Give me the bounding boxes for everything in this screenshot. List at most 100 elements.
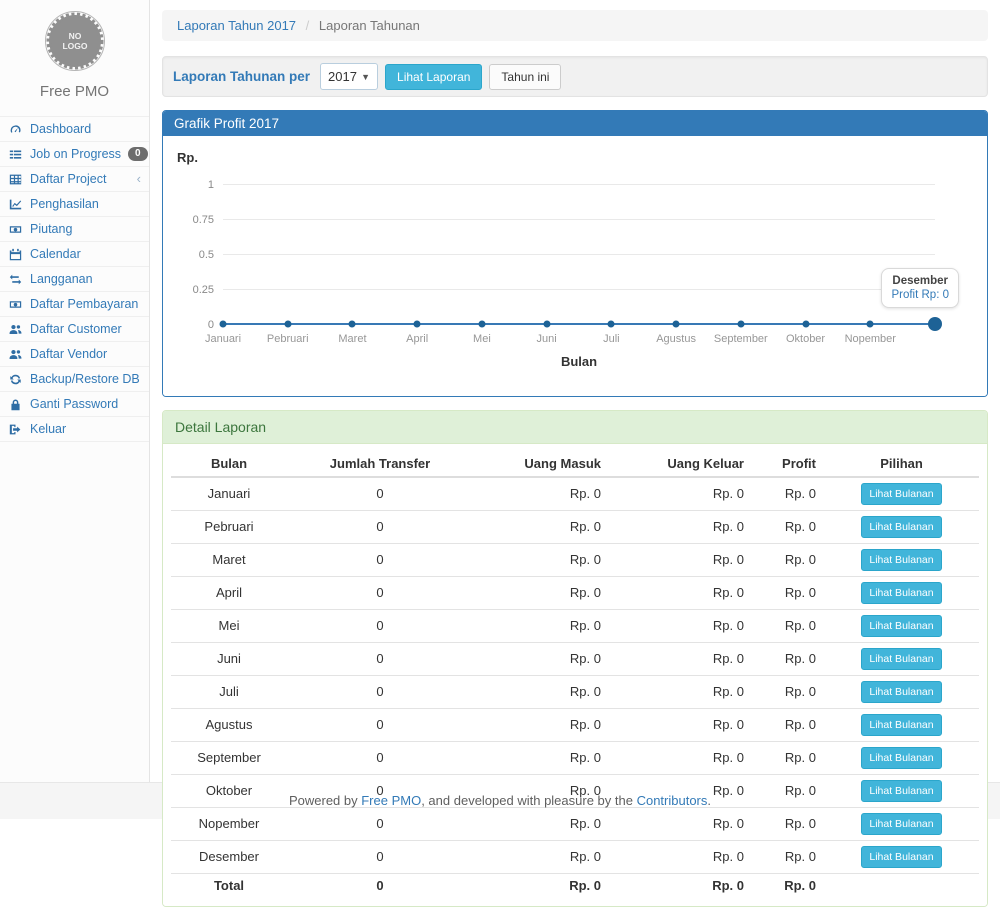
cell-bulan: April xyxy=(171,577,287,610)
lihat-bulanan-button[interactable]: Lihat Bulanan xyxy=(861,483,941,505)
cell-uang-keluar: Rp. 0 xyxy=(609,841,752,874)
sidebar-item-langganan[interactable]: Langganan xyxy=(0,266,149,291)
lihat-bulanan-button[interactable]: Lihat Bulanan xyxy=(861,681,941,703)
lihat-bulanan-button[interactable]: Lihat Bulanan xyxy=(861,615,941,637)
cell-uang-keluar: Rp. 0 xyxy=(609,577,752,610)
profit-chart: Rp. 10.750.50.250JanuariPebruariMaretApr… xyxy=(175,146,975,386)
data-point-mei[interactable] xyxy=(478,321,485,328)
cell-pilihan: Lihat Bulanan xyxy=(824,775,979,808)
lihat-bulanan-button[interactable]: Lihat Bulanan xyxy=(861,780,941,802)
cell-pilihan xyxy=(824,874,979,899)
cell-uang-masuk: Rp. 0 xyxy=(473,874,609,899)
cell-uang-masuk: Rp. 0 xyxy=(473,709,609,742)
lihat-bulanan-button[interactable]: Lihat Bulanan xyxy=(861,846,941,868)
sidebar-item-label: Daftar Customer xyxy=(30,322,122,336)
brand-name: Free PMO xyxy=(0,83,149,100)
gridline: 1 xyxy=(223,184,935,185)
cell-uang-masuk: Rp. 0 xyxy=(473,577,609,610)
sidebar-item-label: Langganan xyxy=(30,272,93,286)
footer-text-prefix: Powered by xyxy=(289,793,361,808)
sidebar-item-daftar-pembayaran[interactable]: Daftar Pembayaran xyxy=(0,291,149,316)
cell-jumlah-transfer: 0 xyxy=(287,477,473,511)
gridline: 0.25 xyxy=(223,289,935,290)
data-point-juni[interactable] xyxy=(543,321,550,328)
chart-tooltip: Desember Profit Rp: 0 xyxy=(881,268,959,308)
table-row: Desember0Rp. 0Rp. 0Rp. 0Lihat Bulanan xyxy=(171,841,979,874)
cell-profit: Rp. 0 xyxy=(752,775,824,808)
sidebar-item-daftar-vendor[interactable]: Daftar Vendor xyxy=(0,341,149,366)
lihat-bulanan-button[interactable]: Lihat Bulanan xyxy=(861,549,941,571)
x-tick-label: Januari xyxy=(205,333,241,345)
cell-jumlah-transfer: 0 xyxy=(287,874,473,899)
sidebar-item-dashboard[interactable]: Dashboard xyxy=(0,116,149,141)
data-point-september[interactable] xyxy=(737,321,744,328)
cell-bulan: Agustus xyxy=(171,709,287,742)
lihat-bulanan-button[interactable]: Lihat Bulanan xyxy=(861,747,941,769)
year-select-value: 2017 xyxy=(328,69,357,84)
y-tick-label: 0.75 xyxy=(193,214,214,226)
cell-uang-keluar: Rp. 0 xyxy=(609,544,752,577)
money-icon xyxy=(8,298,23,311)
lihat-bulanan-button[interactable]: Lihat Bulanan xyxy=(861,648,941,670)
table-row: Maret0Rp. 0Rp. 0Rp. 0Lihat Bulanan xyxy=(171,544,979,577)
breadcrumb-separator: / xyxy=(306,18,310,33)
cell-pilihan: Lihat Bulanan xyxy=(824,808,979,841)
sidebar-item-daftar-customer[interactable]: Daftar Customer xyxy=(0,316,149,341)
data-point-desember[interactable] xyxy=(928,317,942,331)
cell-profit: Rp. 0 xyxy=(752,742,824,775)
cell-uang-masuk: Rp. 0 xyxy=(473,742,609,775)
tasks-icon xyxy=(8,148,23,161)
lihat-laporan-button[interactable]: Lihat Laporan xyxy=(385,64,482,90)
sidebar-item-label: Daftar Vendor xyxy=(30,347,107,361)
sidebar-item-label: Backup/Restore DB xyxy=(30,372,140,386)
free-pmo-link[interactable]: Free PMO xyxy=(361,793,421,808)
footer-text-middle: , and developed with pleasure by the xyxy=(421,793,636,808)
cell-bulan: Juni xyxy=(171,643,287,676)
sidebar-item-backup-restore-db[interactable]: Backup/Restore DB xyxy=(0,366,149,391)
data-point-juli[interactable] xyxy=(608,321,615,328)
data-point-januari[interactable] xyxy=(220,321,227,328)
svg-text:LOGO: LOGO xyxy=(62,41,87,51)
sidebar-item-daftar-project[interactable]: Daftar Project‹ xyxy=(0,166,149,191)
table-row: Pebruari0Rp. 0Rp. 0Rp. 0Lihat Bulanan xyxy=(171,511,979,544)
sidebar-item-keluar[interactable]: Keluar xyxy=(0,416,149,442)
table-header-row: Bulan Jumlah Transfer Uang Masuk Uang Ke… xyxy=(171,452,979,477)
data-point-pebruari[interactable] xyxy=(284,321,291,328)
sidebar-item-penghasilan[interactable]: Penghasilan xyxy=(0,191,149,216)
sidebar-item-ganti-password[interactable]: Ganti Password xyxy=(0,391,149,416)
lihat-bulanan-button[interactable]: Lihat Bulanan xyxy=(861,714,941,736)
tahun-ini-button[interactable]: Tahun ini xyxy=(489,64,561,90)
users-icon xyxy=(8,323,23,336)
cell-pilihan: Lihat Bulanan xyxy=(824,643,979,676)
data-point-agustus[interactable] xyxy=(673,321,680,328)
table-total-row: Total0Rp. 0Rp. 0Rp. 0 xyxy=(171,874,979,899)
contributors-link[interactable]: Contributors xyxy=(637,793,708,808)
chart-y-axis-label: Rp. xyxy=(177,150,198,165)
count-badge: 0 xyxy=(128,147,148,161)
data-point-maret[interactable] xyxy=(349,321,356,328)
sidebar-item-job-on-progress[interactable]: Job on Progress 0 xyxy=(0,141,149,166)
breadcrumb-link[interactable]: Laporan Tahun 2017 xyxy=(177,18,296,33)
cell-jumlah-transfer: 0 xyxy=(287,643,473,676)
year-select[interactable]: 2017 ▼ xyxy=(320,63,378,90)
cell-jumlah-transfer: 0 xyxy=(287,577,473,610)
cell-bulan: Januari xyxy=(171,477,287,511)
lihat-bulanan-button[interactable]: Lihat Bulanan xyxy=(861,582,941,604)
data-point-nopember[interactable] xyxy=(867,321,874,328)
header-bulan: Bulan xyxy=(171,452,287,477)
profit-chart-panel: Grafik Profit 2017 Rp. 10.750.50.250Janu… xyxy=(162,110,988,397)
sidebar-item-calendar[interactable]: Calendar xyxy=(0,241,149,266)
data-point-april[interactable] xyxy=(414,321,421,328)
sidebar-item-label: Job on Progress xyxy=(30,147,121,161)
sidebar-item-piutang[interactable]: Piutang xyxy=(0,216,149,241)
lihat-bulanan-button[interactable]: Lihat Bulanan xyxy=(861,516,941,538)
sidebar: NO LOGO Free PMO DashboardJob on Progres… xyxy=(0,0,150,782)
cell-pilihan: Lihat Bulanan xyxy=(824,577,979,610)
cell-pilihan: Lihat Bulanan xyxy=(824,709,979,742)
sidebar-menu: Dashboard Job on Progress 0 Daftar Project‹… xyxy=(0,116,149,442)
lihat-bulanan-button[interactable]: Lihat Bulanan xyxy=(861,813,941,835)
cell-bulan: Mei xyxy=(171,610,287,643)
report-toolbar: Laporan Tahunan per 2017 ▼ Lihat Laporan… xyxy=(162,56,988,97)
tooltip-title: Desember xyxy=(891,275,949,287)
data-point-oktober[interactable] xyxy=(802,321,809,328)
